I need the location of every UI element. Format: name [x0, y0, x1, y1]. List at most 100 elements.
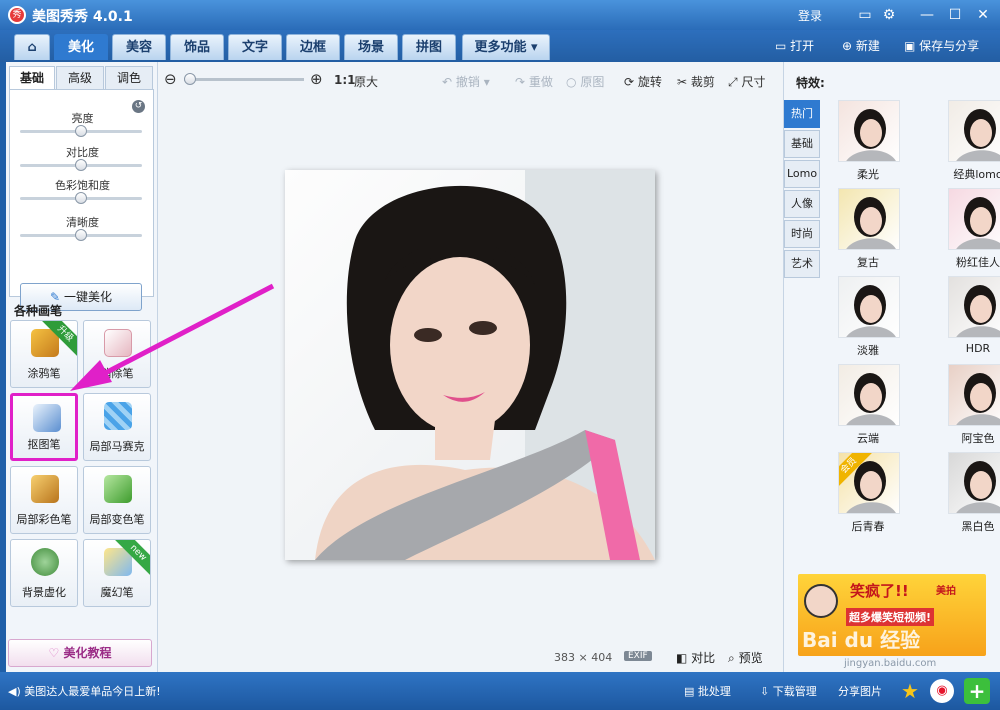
- close-icon[interactable]: ✕: [972, 6, 994, 24]
- effect-thumbnail[interactable]: [948, 276, 1000, 338]
- original-size-button[interactable]: 原大: [354, 73, 378, 90]
- effect-label: 阿宝色: [961, 432, 995, 445]
- effect-thumbnail[interactable]: [838, 188, 900, 250]
- star-icon[interactable]: ★: [898, 679, 922, 703]
- contrast-slider[interactable]: [20, 159, 142, 171]
- sharpness-slider[interactable]: [20, 229, 142, 241]
- download-icon: ⇩: [760, 685, 770, 698]
- effect-label: 黑白色: [961, 520, 995, 533]
- original-label: 原图: [580, 75, 605, 89]
- effects-tab-lomo[interactable]: Lomo: [784, 160, 820, 188]
- exif-button[interactable]: EXIF: [624, 651, 652, 661]
- subtab-basic[interactable]: 基础: [9, 66, 55, 90]
- redo-label: 重做: [528, 75, 553, 89]
- subtab-advanced[interactable]: 高级: [56, 66, 104, 90]
- save-share-label: 保存与分享: [919, 39, 980, 53]
- effects-tab-portrait[interactable]: 人像: [784, 190, 820, 218]
- maximize-icon[interactable]: ☐: [944, 6, 966, 24]
- effect-thumbnail[interactable]: [838, 276, 900, 338]
- minimize-icon[interactable]: —: [916, 6, 938, 24]
- effect-thumbnail[interactable]: [948, 188, 1000, 250]
- zoom-in-icon[interactable]: ⊕: [310, 70, 323, 88]
- home-icon[interactable]: ⌂: [14, 34, 50, 60]
- beautify-tutorial-button[interactable]: ♡ 美化教程: [8, 639, 152, 667]
- tab-beauty[interactable]: 美容: [112, 34, 166, 60]
- effect-thumbnail[interactable]: [838, 364, 900, 426]
- rotate-button[interactable]: ⟳ 旋转: [624, 73, 662, 90]
- effect-thumbnail[interactable]: [948, 100, 1000, 162]
- original-image-button[interactable]: ○ 原图: [566, 73, 604, 90]
- effects-tab-fashion[interactable]: 时尚: [784, 220, 820, 248]
- compare-button[interactable]: ◧ 对比: [676, 649, 715, 666]
- background-blur-button[interactable]: 背景虚化: [10, 539, 78, 607]
- effect-thumbnail[interactable]: 会员: [838, 452, 900, 514]
- tab-beautify[interactable]: 美化: [54, 34, 108, 60]
- resize-icon: ⤢: [728, 75, 738, 89]
- image-width: 383: [554, 651, 575, 664]
- local-color-brush-button[interactable]: 局部彩色笔: [10, 466, 78, 534]
- slider-thumb[interactable]: [75, 125, 87, 137]
- crop-button[interactable]: ✂ 裁剪: [677, 73, 715, 90]
- image-dimensions: 383 × 404: [554, 651, 612, 664]
- compare-label: 对比: [691, 651, 716, 665]
- slider-thumb[interactable]: [75, 159, 87, 171]
- batch-label: 批处理: [697, 685, 731, 698]
- title-bar: 秀 美图秀秀 4.0.1 登录 ▭ ⚙ — ☐ ✕: [0, 0, 1000, 30]
- rotate-label: 旋转: [637, 75, 662, 89]
- login-link[interactable]: 登录: [798, 7, 822, 24]
- highlight-arrow: [70, 283, 275, 391]
- size-button[interactable]: ⤢ 尺寸: [728, 73, 765, 90]
- folder-icon: ▭: [775, 39, 787, 53]
- redo-icon: ↷: [515, 75, 526, 89]
- download-manager-button[interactable]: ⇩ 下载管理: [760, 683, 817, 699]
- hand-icon: ♡: [48, 646, 60, 660]
- settings-icon[interactable]: ⚙: [878, 6, 900, 24]
- saturation-slider[interactable]: [20, 192, 142, 204]
- tab-scene[interactable]: 场景: [344, 34, 398, 60]
- tab-collage[interactable]: 拼图: [402, 34, 456, 60]
- edited-photo[interactable]: [285, 170, 655, 560]
- tab-accessories[interactable]: 饰品: [170, 34, 224, 60]
- effect-thumbnail[interactable]: [838, 100, 900, 162]
- magic-brush-button[interactable]: new 魔幻笔: [83, 539, 151, 607]
- open-label: 打开: [790, 39, 815, 53]
- effects-tab-hot[interactable]: 热门: [784, 100, 820, 128]
- slider-label: 亮度: [71, 112, 94, 125]
- batch-process-button[interactable]: ▤ 批处理: [684, 683, 731, 699]
- effect-thumbnail[interactable]: [948, 452, 1000, 514]
- undo-button[interactable]: ↶ 撤销 ▾: [442, 73, 490, 90]
- slider-thumb[interactable]: [75, 229, 87, 241]
- save-share-button[interactable]: ▣ 保存与分享: [904, 37, 979, 54]
- basic-adjust-box: ↺ 亮度 对比度 色彩饱和度 清晰度 ✎ 一键美化: [9, 89, 154, 311]
- add-icon[interactable]: +: [964, 678, 990, 704]
- speaker-icon: ◀): [8, 685, 21, 698]
- original-icon: ○: [566, 75, 577, 89]
- effects-tab-art[interactable]: 艺术: [784, 250, 820, 278]
- subtab-color[interactable]: 调色: [105, 66, 153, 90]
- redo-button[interactable]: ↷ 重做: [515, 73, 553, 90]
- zoom-thumb[interactable]: [184, 73, 196, 85]
- local-recolor-brush-button[interactable]: 局部变色笔: [83, 466, 151, 534]
- feedback-icon[interactable]: ▭: [854, 6, 876, 24]
- weibo-icon[interactable]: ◉: [930, 679, 954, 703]
- cutout-brush-button[interactable]: 抠图笔: [10, 393, 78, 461]
- effect-thumbnail[interactable]: [948, 364, 1000, 426]
- tab-border[interactable]: 边框: [286, 34, 340, 60]
- new-button[interactable]: ⊕ 新建: [842, 37, 880, 54]
- news-ticker[interactable]: ◀) 美图达人最爱单品今日上新!: [8, 683, 161, 699]
- brightness-slider[interactable]: [20, 125, 142, 137]
- preview-button[interactable]: ⌕ 预览: [728, 649, 763, 666]
- tab-more[interactable]: 更多功能 ▾: [462, 34, 550, 60]
- zoom-slider[interactable]: [184, 73, 304, 85]
- tab-text[interactable]: 文字: [228, 34, 282, 60]
- actual-size-ratio[interactable]: 1:1: [334, 73, 356, 87]
- effect-label: 复古: [857, 256, 879, 269]
- effects-tab-basic[interactable]: 基础: [784, 130, 820, 158]
- open-button[interactable]: ▭ 打开: [775, 37, 814, 54]
- share-image-button[interactable]: 分享图片: [838, 683, 882, 699]
- slider-thumb[interactable]: [75, 192, 87, 204]
- mosaic-brush-button[interactable]: 局部马赛克: [83, 393, 151, 461]
- zoom-out-icon[interactable]: ⊖: [164, 70, 177, 88]
- ad-banner[interactable]: 笑疯了!! 美拍 超多爆笑短视频! Bai du 经验: [798, 574, 986, 656]
- effect-label: 后青春: [851, 520, 885, 533]
